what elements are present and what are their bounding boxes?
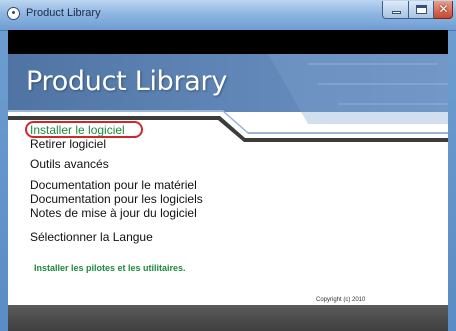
menu-item-select-language[interactable]: Sélectionner la Langue xyxy=(30,230,153,244)
close-icon: ✕ xyxy=(438,2,449,16)
footer-bar xyxy=(8,305,448,331)
client-area: Product Library Installer le logiciel Re… xyxy=(8,30,448,331)
status-description: Installer les pilotes et les utilitaires… xyxy=(34,263,186,273)
close-button[interactable]: ✕ xyxy=(434,1,453,19)
menu-item-software-documentation[interactable]: Documentation pour les logiciels xyxy=(30,192,203,206)
menu-item-release-notes[interactable]: Notes de mise à jour du logiciel xyxy=(30,206,197,220)
title-bar[interactable]: Product Library ✕ xyxy=(0,0,456,31)
maximize-button[interactable] xyxy=(409,1,434,19)
menu-item-install-software[interactable]: Installer le logiciel xyxy=(30,123,125,137)
menu-item-remove-software[interactable]: Retirer logiciel xyxy=(30,137,106,151)
minimize-button[interactable] xyxy=(382,1,409,19)
banner-title: Product Library xyxy=(26,66,228,97)
menu-item-advanced-tools[interactable]: Outils avancés xyxy=(30,157,109,171)
window-title: Product Library xyxy=(26,7,101,19)
top-black-bar xyxy=(8,30,448,54)
copyright-text: Copyright (c) 2010 xyxy=(316,297,366,303)
app-icon[interactable] xyxy=(7,7,20,20)
window-frame: Product Library ✕ Product Library Instal… xyxy=(0,0,456,331)
maximize-icon xyxy=(416,5,427,14)
minimize-icon xyxy=(392,11,401,14)
menu-item-hardware-documentation[interactable]: Documentation pour le matériel xyxy=(30,178,197,192)
